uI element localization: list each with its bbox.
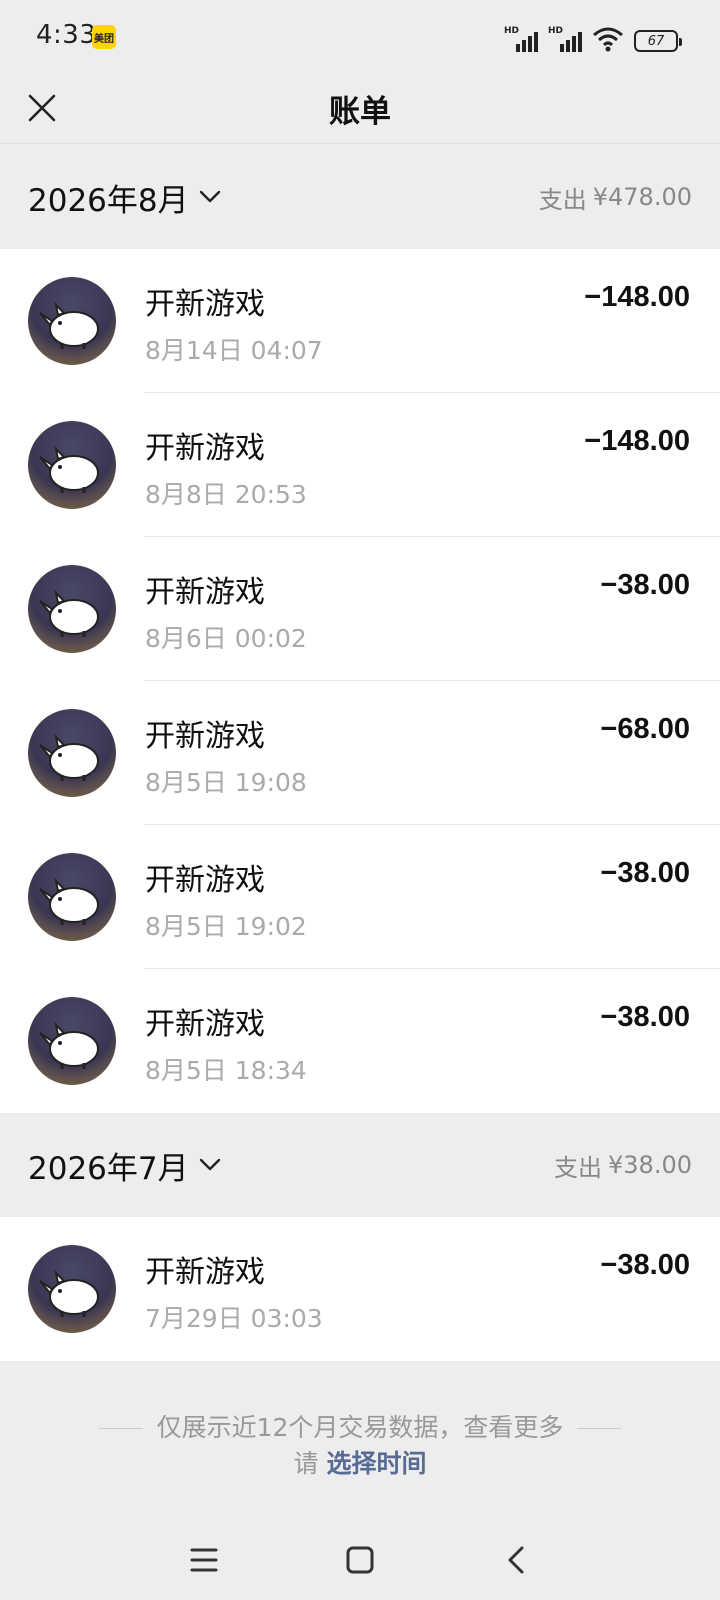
home-button[interactable] [334, 1534, 386, 1586]
transaction-amount: −38.00 [600, 1249, 690, 1281]
back-button[interactable] [490, 1534, 542, 1586]
transaction-amount: −38.00 [600, 1001, 690, 1033]
transaction-amount: −148.00 [584, 281, 690, 313]
status-icons: HD HD 67 [504, 22, 682, 52]
transaction-datetime: 7月29日 03:03 [145, 1304, 323, 1333]
rhino-avatar-icon [28, 709, 116, 797]
system-nav-bar [0, 1520, 720, 1600]
footer-text: 仅展示近12个月交易数据，查看更多 [156, 1413, 564, 1442]
transaction-amount: −38.00 [600, 857, 690, 889]
transaction-datetime: 8月5日 18:34 [145, 1056, 307, 1085]
wifi-icon [593, 27, 623, 52]
page-title: 账单 [329, 93, 391, 130]
divider [577, 1428, 622, 1429]
chevron-down-icon [199, 1158, 220, 1171]
transaction-row[interactable]: 开新游戏 8月5日 19:08 −68.00 [0, 681, 720, 825]
rhino-avatar-icon [28, 421, 116, 509]
month-label: 2026年7月 [28, 1150, 189, 1187]
month-total: 支出 ¥38.00 [554, 1113, 692, 1217]
footer-line: 仅展示近12个月交易数据，查看更多 [98, 1410, 622, 1446]
total-prefix: 支出 [554, 1153, 603, 1182]
transaction-datetime: 8月6日 00:02 [145, 624, 307, 653]
rhino-avatar-icon [28, 565, 116, 653]
month-selector[interactable]: 2026年8月 [28, 145, 221, 249]
transaction-datetime: 8月5日 19:08 [145, 768, 307, 797]
merchant-name: 开新游戏 [145, 863, 265, 898]
transaction-datetime: 8月14日 04:07 [145, 336, 323, 365]
merchant-name: 开新游戏 [145, 1255, 265, 1290]
transaction-amount: −148.00 [584, 425, 690, 457]
close-button[interactable] [18, 84, 66, 132]
transaction-datetime: 8月8日 20:53 [145, 480, 307, 509]
month-total: 支出 ¥478.00 [539, 145, 692, 249]
transaction-datetime: 8月5日 19:02 [145, 912, 307, 941]
merchant-name: 开新游戏 [145, 1007, 265, 1042]
home-icon [346, 1546, 374, 1574]
select-time-link[interactable]: 选择时间 [326, 1449, 426, 1478]
close-icon [28, 94, 56, 122]
signal-icon: HD [548, 26, 582, 52]
battery-icon: 67 [634, 30, 682, 52]
month-label: 2026年8月 [28, 182, 189, 219]
rhino-avatar-icon [28, 277, 116, 365]
signal-icon: HD [504, 26, 538, 52]
total-amount: ¥38.00 [608, 1151, 692, 1179]
footer-line: 请 选择时间 [0, 1446, 720, 1482]
rhino-avatar-icon [28, 853, 116, 941]
month-header: 2026年7月 支出 ¥38.00 [0, 1113, 720, 1217]
transaction-list: 开新游戏 8月14日 04:07 −148.00 开新游戏 8月8日 20:53… [0, 249, 720, 1113]
transaction-row[interactable]: 开新游戏 8月5日 19:02 −38.00 [0, 825, 720, 969]
transaction-row[interactable]: 开新游戏 8月5日 18:34 −38.00 [0, 969, 720, 1113]
transaction-amount: −38.00 [600, 569, 690, 601]
merchant-name: 开新游戏 [145, 287, 265, 322]
month-selector[interactable]: 2026年7月 [28, 1113, 221, 1217]
status-time: 4:33 [36, 20, 97, 50]
menu-button[interactable] [178, 1534, 230, 1586]
rhino-avatar-icon [28, 1245, 116, 1333]
total-prefix: 支出 [538, 185, 587, 214]
back-icon [508, 1546, 524, 1574]
menu-icon [190, 1548, 218, 1572]
merchant-name: 开新游戏 [145, 719, 265, 754]
status-bar: 4:33 美团 HD HD 67 [0, 0, 720, 72]
transaction-amount: −68.00 [600, 713, 690, 745]
merchant-name: 开新游戏 [145, 431, 265, 466]
chevron-down-icon [199, 190, 220, 203]
transaction-row[interactable]: 开新游戏 7月29日 03:03 −38.00 [0, 1217, 720, 1361]
divider [98, 1428, 143, 1429]
transaction-row[interactable]: 开新游戏 8月8日 20:53 −148.00 [0, 393, 720, 537]
footer-prefix: 请 [293, 1449, 319, 1478]
battery-level: 67 [647, 33, 665, 49]
rhino-avatar-icon [28, 997, 116, 1085]
month-header: 2026年8月 支出 ¥478.00 [0, 145, 720, 249]
transaction-row[interactable]: 开新游戏 8月14日 04:07 −148.00 [0, 249, 720, 393]
transaction-row[interactable]: 开新游戏 8月6日 00:02 −38.00 [0, 537, 720, 681]
footer-note: 仅展示近12个月交易数据，查看更多 请 选择时间 [0, 1410, 720, 1482]
nav-bar: 账单 [0, 72, 720, 144]
meituan-badge-icon: 美团 [92, 25, 116, 49]
transaction-list: 开新游戏 7月29日 03:03 −38.00 [0, 1217, 720, 1361]
total-amount: ¥478.00 [592, 183, 692, 211]
merchant-name: 开新游戏 [145, 575, 265, 610]
